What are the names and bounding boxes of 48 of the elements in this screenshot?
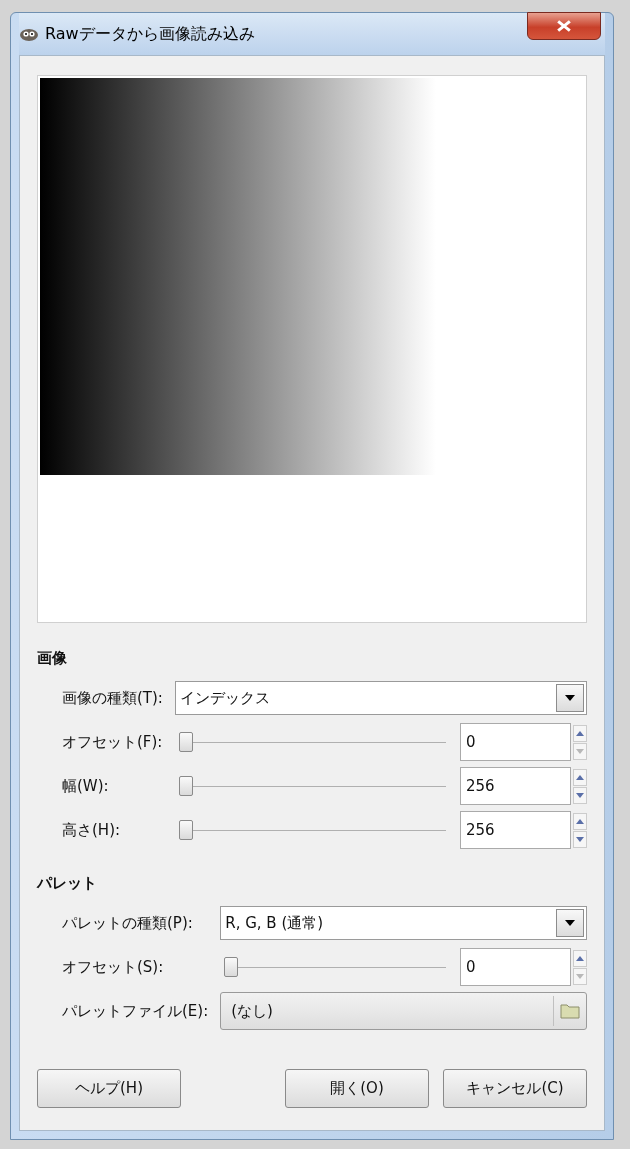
caret-icon — [565, 695, 575, 701]
field-label: パレットの種類(P): — [62, 913, 194, 933]
up-triangle-icon — [576, 955, 584, 961]
folder-icon — [560, 1003, 580, 1019]
down-triangle-icon — [576, 836, 584, 842]
field-label: パレットファイル(E): — [62, 1001, 209, 1021]
file-chooser-button[interactable]: (なし) — [220, 992, 587, 1030]
section-heading: パレット — [37, 874, 98, 893]
field-label: 画像の種類(T): — [62, 688, 163, 708]
field-label: 幅(W): — [62, 776, 110, 796]
up-triangle-icon — [576, 774, 584, 780]
dropdown[interactable]: R, G, B (通常) — [220, 906, 587, 940]
down-arrow-button[interactable] — [573, 830, 587, 848]
dialog-button[interactable]: キャンセル(C) — [443, 1069, 587, 1108]
slider-thumb[interactable] — [224, 957, 239, 977]
down-triangle-icon — [576, 973, 584, 979]
dialog-button[interactable]: 開く(O) — [285, 1069, 429, 1108]
close-button[interactable] — [527, 12, 601, 40]
field-label: 高さ(H): — [62, 820, 122, 840]
up-arrow-button[interactable] — [573, 949, 587, 967]
up-arrow-button[interactable] — [573, 724, 587, 742]
window-title: Rawデータから画像読み込み — [45, 23, 255, 45]
slider[interactable] — [224, 957, 446, 977]
up-arrow-button[interactable] — [573, 768, 587, 786]
close-icon — [557, 20, 571, 32]
caret-icon — [565, 920, 575, 926]
slider-thumb[interactable] — [178, 732, 193, 752]
spin-field[interactable]: 0 — [460, 948, 571, 986]
slider[interactable] — [178, 732, 446, 752]
down-arrow-button[interactable] — [573, 786, 587, 804]
up-arrow-button[interactable] — [573, 812, 587, 830]
down-triangle-icon — [576, 748, 584, 754]
app-icon — [19, 26, 39, 42]
section-heading: 画像 — [37, 649, 68, 668]
dialog-button[interactable]: ヘルプ(H) — [37, 1069, 181, 1108]
spin-field[interactable]: 256 — [460, 767, 571, 805]
dropdown[interactable]: インデックス — [174, 681, 587, 715]
field-label: オフセット(S): — [62, 957, 165, 977]
slider-thumb[interactable] — [178, 776, 193, 796]
down-triangle-icon — [576, 792, 584, 798]
up-triangle-icon — [576, 730, 584, 736]
field-label: オフセット(F): — [62, 732, 163, 752]
slider-thumb[interactable] — [178, 820, 193, 840]
spin-field[interactable]: 256 — [460, 811, 571, 849]
up-triangle-icon — [576, 818, 584, 824]
spin-field[interactable]: 0 — [460, 723, 571, 761]
slider[interactable] — [178, 776, 446, 796]
slider[interactable] — [178, 820, 446, 840]
